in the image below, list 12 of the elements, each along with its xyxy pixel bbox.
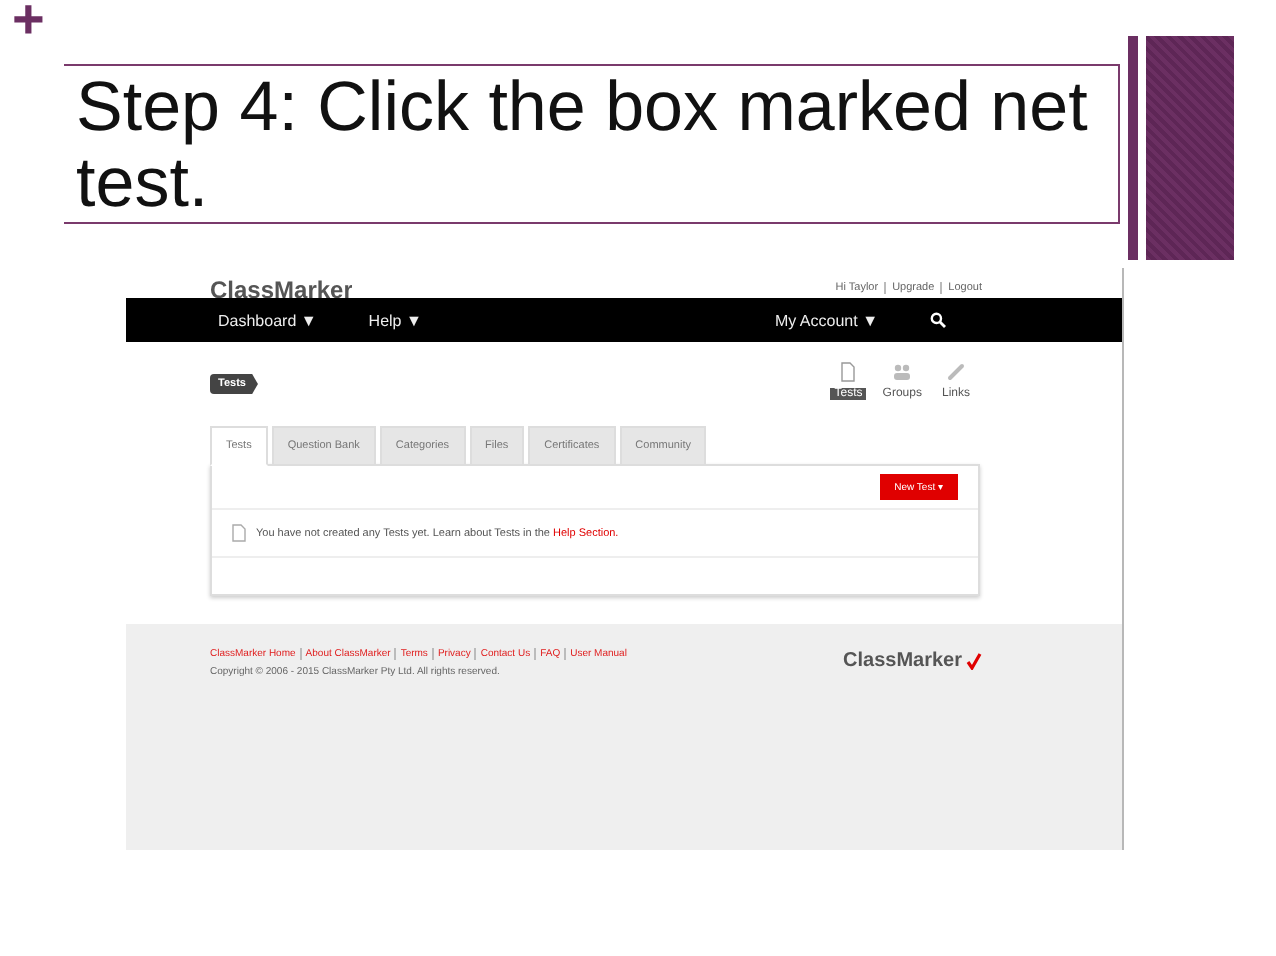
people-icon bbox=[892, 362, 913, 382]
site-logo: ClassMarker bbox=[210, 280, 353, 298]
account-menu[interactable]: My Account ▼ bbox=[774, 311, 878, 329]
slide-title: Step 4: Click the box marked net test. bbox=[64, 64, 1120, 224]
plus-mark: + bbox=[10, 0, 47, 54]
nav-menu[interactable]: Dashboard ▼ bbox=[218, 311, 317, 329]
document-icon bbox=[232, 524, 246, 542]
search-icon[interactable] bbox=[930, 312, 946, 328]
check-icon bbox=[966, 651, 982, 669]
footer-logo: ClassMarker bbox=[843, 649, 962, 671]
document-icon bbox=[840, 362, 857, 382]
nav-menu[interactable]: Help ▼ bbox=[368, 311, 422, 329]
